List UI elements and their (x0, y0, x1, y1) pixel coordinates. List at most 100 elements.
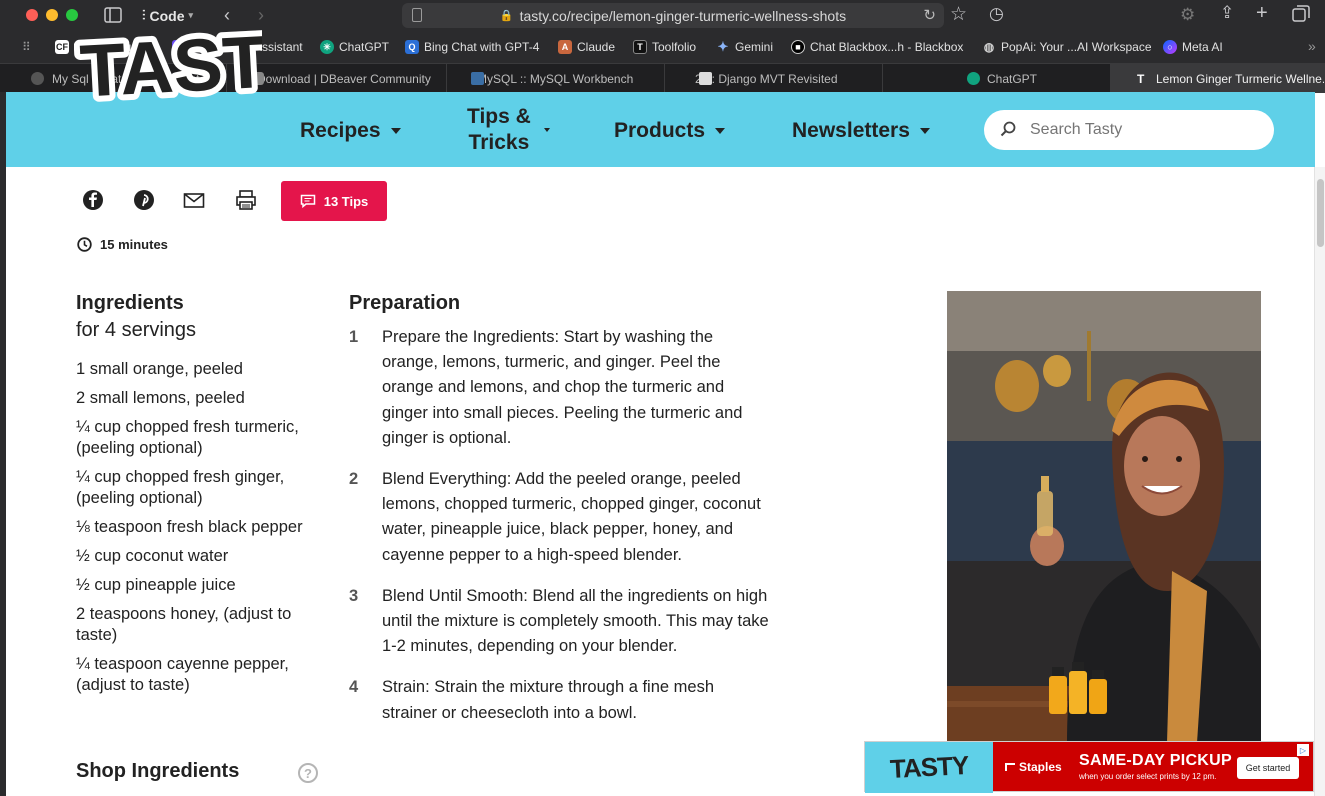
careerfoundry-icon (699, 72, 712, 85)
preparation-heading: Preparation (349, 292, 461, 314)
page-icon (412, 8, 422, 22)
settings-gear-icon[interactable]: ⚙ (1180, 6, 1195, 23)
toolfolio-icon: T (633, 40, 647, 54)
email-icon[interactable] (183, 189, 205, 211)
ad-tasty-logo: TASTY (865, 742, 993, 793)
ad-content: Staples SAME-DAY PICKUP when you order s… (993, 742, 1313, 791)
tab-chatgpt[interactable]: ChatGPT (883, 64, 1111, 93)
ingredient-item: ¼ cup chopped fresh turmeric, (peeling o… (76, 418, 299, 457)
ad-cta-button[interactable]: Get started (1237, 757, 1299, 779)
new-tab-icon[interactable]: + (1256, 3, 1268, 23)
chevron-down-icon (544, 128, 550, 132)
globe-icon: ◍ (983, 40, 995, 54)
total-time: 15 minutes (77, 237, 168, 252)
ingredient-item: ¼ teaspoon cayenne pepper, (adjust to ta… (76, 655, 289, 694)
step-number: 4 (349, 678, 359, 697)
ad-choices-icon[interactable]: ▷ (1297, 744, 1309, 756)
step-number: 1 (349, 328, 359, 346)
careerfoundry-icon: CF (55, 40, 69, 54)
staples-logo-icon (1005, 762, 1015, 771)
shop-ingredients-heading: Shop Ingredients (76, 760, 240, 782)
page-scrollbar[interactable] (1314, 167, 1325, 796)
nav-recipes[interactable]: Recipes (300, 119, 401, 143)
search-input[interactable] (984, 110, 1274, 150)
ad-banner[interactable]: TASTY Staples SAME-DAY PICKUP when you o… (864, 741, 1314, 793)
chevron-down-icon (715, 128, 726, 134)
comment-icon (300, 194, 315, 208)
bookmark-toolfolio[interactable]: T Toolfolio (633, 40, 696, 54)
ingredient-item: ¼ cup chopped fresh ginger, (peeling opt… (76, 468, 285, 507)
ingredients-list: 1 small orange, peeled 2 small lemons, p… (76, 359, 321, 704)
bing-icon: Q (405, 40, 419, 54)
tips-button[interactable]: 13 Tips (281, 181, 387, 221)
mysql-icon (471, 72, 484, 85)
bookmark-blackbox[interactable]: ■ Chat Blackbox...h - Blackbox (791, 40, 963, 54)
nav-tips-tricks[interactable]: Tips & Tricks (467, 104, 531, 156)
step-item: 3 Blend Until Smooth: Blend all the ingre… (349, 584, 769, 660)
tab-django[interactable]: 2.5: Django MVT Revisited (665, 64, 883, 93)
lock-icon: 🔒 (499, 10, 514, 22)
claude-icon: A (558, 40, 572, 54)
pinterest-icon[interactable] (133, 189, 155, 211)
facebook-icon[interactable] (82, 189, 104, 211)
gemini-icon: ✦ (717, 39, 729, 54)
more-bookmarks-icon[interactable]: » (1308, 39, 1316, 53)
ad-subtext: when you order select prints by 12 pm. (1079, 772, 1217, 781)
step-number: 2 (349, 470, 359, 489)
address-bar[interactable]: 🔒 tasty.co/recipe/lemon-ginger-turmeric-… (402, 3, 944, 28)
step-item: 4 Strain: Strain the mixture through a fi… (349, 675, 769, 725)
nav-products[interactable]: Products (614, 119, 726, 143)
svg-text:TASTY: TASTY (78, 17, 262, 112)
tasty-tab-icon: T (1137, 71, 1145, 86)
step-text: Blend Until Smooth: Blend all the ingred… (382, 586, 769, 656)
search-icon (1000, 121, 1016, 137)
bookmark-meta-ai[interactable]: ○ Meta AI (1163, 40, 1223, 54)
tab-mysql-workbench[interactable]: MySQL :: MySQL Workbench (447, 64, 665, 93)
recipe-photo (947, 291, 1261, 743)
step-text: Strain: Strain the mixture through a fin… (382, 678, 714, 722)
ad-headline: SAME-DAY PICKUP (1079, 752, 1232, 769)
url-text: tasty.co/recipe/lemon-ginger-turmeric-we… (519, 7, 847, 24)
help-icon[interactable]: ? (298, 763, 318, 783)
window-edge (0, 92, 6, 796)
ad-brand: Staples (1005, 760, 1062, 774)
chatgpt-icon (31, 72, 44, 85)
bookmark-chatgpt[interactable]: ✳ ChatGPT (320, 40, 389, 54)
meta-icon: ○ (1163, 40, 1177, 54)
share-icon[interactable]: ⇪ (1220, 4, 1234, 21)
chatgpt-icon (967, 72, 980, 85)
chatgpt-icon: ✳ (320, 40, 334, 54)
history-icon[interactable]: ◷ (989, 5, 1004, 22)
chevron-down-icon (390, 128, 401, 134)
print-icon[interactable] (235, 189, 257, 211)
bookmark-claude[interactable]: A Claude (558, 40, 615, 54)
bookmark-bing[interactable]: Q Bing Chat with GPT-4 (405, 40, 539, 54)
step-item: 2 Blend Everything: Add the peeled orange… (349, 467, 769, 568)
window-controls (26, 9, 78, 21)
bookmark-star-icon[interactable]: ☆ (950, 5, 967, 24)
time-text: 15 minutes (100, 237, 168, 252)
tab-lemon-ginger[interactable]: T Lemon Ginger Turmeric Wellne... (1111, 64, 1325, 93)
tasty-logo[interactable]: TASTY TASTY (74, 14, 262, 112)
ingredient-item: 1 small orange, peeled (76, 360, 243, 378)
tab-overview-icon[interactable] (1292, 5, 1310, 26)
ingredient-item: ⅛ teaspoon fresh black pepper (76, 518, 303, 536)
preparation-steps: 1 Prepare the Ingredients: Start by washi… (349, 325, 769, 742)
minimize-window-button[interactable] (46, 9, 58, 21)
apps-grid-icon[interactable]: ⠿ (22, 41, 31, 53)
reload-icon[interactable]: ↻ (923, 6, 936, 24)
step-item: 1 Prepare the Ingredients: Start by washi… (349, 325, 769, 451)
bookmark-popai[interactable]: ◍ PopAi: Your ...AI Workspace (982, 40, 1152, 54)
scrollbar-thumb[interactable] (1317, 179, 1324, 247)
ingredient-item: 2 teaspoons honey, (adjust to taste) (76, 605, 292, 644)
bookmark-gemini[interactable]: ✦ Gemini (716, 39, 773, 54)
ingredient-item: 2 small lemons, peeled (76, 389, 245, 407)
blackbox-icon: ■ (791, 40, 805, 54)
close-window-button[interactable] (26, 9, 38, 21)
ingredient-item: ½ cup pineapple juice (76, 576, 236, 594)
nav-newsletters[interactable]: Newsletters (792, 119, 930, 143)
step-text: Prepare the Ingredients: Start by washin… (382, 328, 743, 447)
ingredients-heading: Ingredients (76, 292, 184, 314)
step-number: 3 (349, 586, 359, 605)
ingredient-item: ½ cup coconut water (76, 547, 229, 565)
